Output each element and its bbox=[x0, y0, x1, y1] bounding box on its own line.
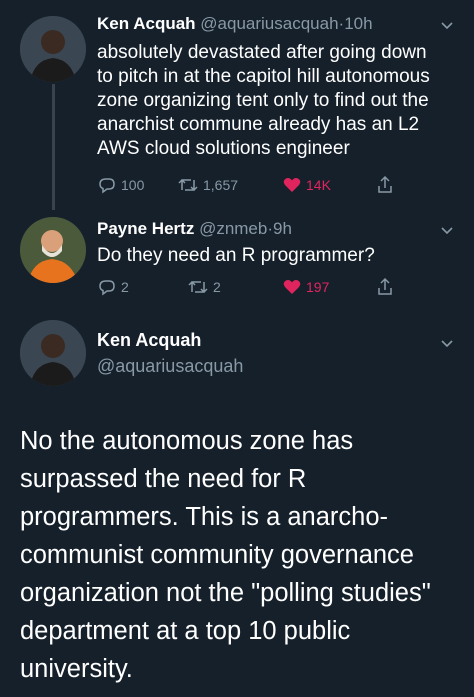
tweet-actions: 100 1,657 14K bbox=[97, 174, 417, 196]
retweet-icon bbox=[178, 178, 198, 192]
tweet-text-line: department at a top 10 public bbox=[20, 617, 351, 645]
reply-button[interactable]: 100 bbox=[97, 174, 144, 196]
tweet-text-line: zone organizing tent only to find out th… bbox=[97, 90, 429, 111]
like-icon bbox=[283, 280, 301, 294]
chevron-down-icon[interactable] bbox=[440, 336, 454, 350]
share-button[interactable] bbox=[375, 276, 395, 298]
retweet-count: 1,657 bbox=[203, 177, 239, 193]
share-icon bbox=[378, 277, 392, 295]
avatar-ken-acquah[interactable] bbox=[20, 320, 86, 386]
timestamp[interactable]: 9h bbox=[273, 219, 292, 238]
tweet-text-line: surpassed the need for R bbox=[20, 465, 307, 493]
chevron-down-icon[interactable] bbox=[440, 223, 454, 237]
display-name[interactable]: Ken Acquah bbox=[97, 330, 201, 351]
like-count: 197 bbox=[306, 279, 330, 295]
thread-line bbox=[52, 84, 55, 210]
reply-count: 100 bbox=[121, 177, 145, 193]
like-button[interactable]: 14K bbox=[282, 174, 331, 196]
reply-icon bbox=[99, 178, 115, 194]
tweet-header: Payne Hertz @znmeb·9h bbox=[97, 219, 292, 239]
share-icon bbox=[378, 175, 392, 193]
tweet-text: Do they need an R programmer? bbox=[97, 244, 467, 268]
retweet-count: 2 bbox=[213, 279, 221, 295]
tweet-1[interactable]: Ken Acquah @aquariusacquah·10h absolutel… bbox=[0, 0, 474, 210]
tweet-text-line: communist community governance bbox=[20, 541, 414, 569]
display-name[interactable]: Ken Acquah bbox=[97, 14, 196, 33]
tweet-text-line: Do they need an R programmer? bbox=[97, 245, 375, 266]
tweet-actions: 2 2 197 bbox=[97, 276, 417, 298]
tweet-text-line: No the autonomous zone has bbox=[20, 427, 354, 455]
user-handle[interactable]: @aquariusacquah bbox=[97, 356, 243, 377]
retweet-icon bbox=[188, 280, 208, 294]
tweet-header: Ken Acquah @aquariusacquah·10h bbox=[97, 14, 373, 34]
avatar-payne-hertz[interactable] bbox=[20, 217, 86, 283]
retweet-button[interactable]: 1,657 bbox=[177, 174, 238, 196]
display-name[interactable]: Payne Hertz bbox=[97, 219, 194, 238]
chevron-down-icon[interactable] bbox=[440, 18, 454, 32]
tweet-text-line: organization not the "polling studies" bbox=[20, 579, 431, 607]
tweet-text-line: anarchist commune already has an L2 bbox=[97, 114, 420, 135]
tweet-text-line: AWS cloud solutions engineer bbox=[97, 138, 350, 159]
reply-button[interactable]: 2 bbox=[97, 276, 129, 298]
user-handle[interactable]: @znmeb bbox=[199, 219, 267, 238]
timestamp[interactable]: 10h bbox=[344, 14, 372, 33]
tweet-text-line: university. bbox=[20, 655, 133, 683]
tweet-text-line: absolutely devastated after going down bbox=[97, 42, 427, 63]
share-button[interactable] bbox=[375, 174, 395, 196]
retweet-button[interactable]: 2 bbox=[187, 276, 221, 298]
tweet-text-line: to pitch in at the capitol hill autonomo… bbox=[97, 66, 430, 87]
tweet-text: No the autonomous zone has surpassed the… bbox=[20, 422, 460, 688]
reply-icon bbox=[99, 280, 115, 296]
like-icon bbox=[283, 178, 301, 192]
user-handle[interactable]: @aquariusacquah bbox=[200, 14, 338, 33]
like-count: 14K bbox=[306, 177, 331, 193]
tweet-text-line: programmers. This is a anarcho- bbox=[20, 503, 388, 531]
tweet-2[interactable]: Payne Hertz @znmeb·9h Do they need an R … bbox=[0, 205, 474, 310]
reply-count: 2 bbox=[121, 279, 129, 295]
avatar-ken-acquah[interactable] bbox=[20, 16, 86, 82]
like-button[interactable]: 197 bbox=[282, 276, 329, 298]
tweet-text: absolutely devastated after going down t… bbox=[97, 41, 467, 161]
